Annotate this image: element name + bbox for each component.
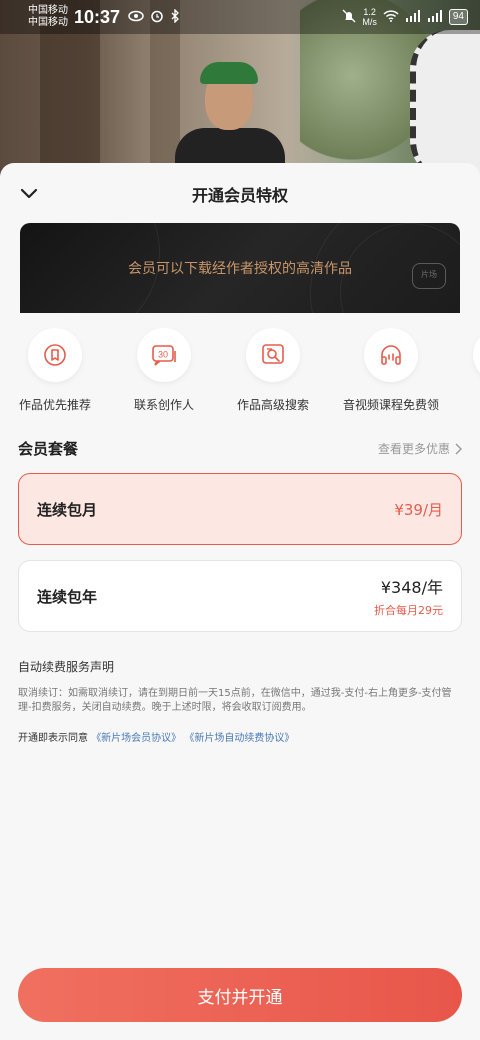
brand-logo: 片场	[412, 263, 446, 289]
feature-icon-wrap	[473, 328, 480, 382]
plans-header: 会员套餐 查看更多优惠	[18, 438, 462, 459]
member-agreement-link[interactable]: 《新片场会员协议》	[91, 733, 181, 744]
feature-list[interactable]: 作品优先推荐 30 联系创作人 作品高级搜索 音视频课程免费领	[0, 328, 480, 418]
collapse-button[interactable]	[18, 183, 40, 205]
more-offers-label: 查看更多优惠	[377, 442, 450, 456]
feature-icon-wrap	[364, 328, 418, 382]
auto-renew-agreement-link[interactable]: 《新片场自动续费协议》	[184, 733, 294, 744]
wifi-icon	[383, 9, 399, 25]
carriers: 中国移动 中国移动	[28, 5, 68, 29]
eye-icon	[128, 9, 144, 26]
feature-item-contact[interactable]: 30 联系创作人	[109, 328, 219, 413]
bookmark-icon	[44, 344, 66, 366]
feature-label: 作品优先推荐	[18, 398, 91, 412]
plan-card-monthly[interactable]: 连续包月 ¥39/月	[18, 473, 462, 545]
chevron-down-icon	[20, 188, 38, 199]
signal-icon-1	[405, 9, 421, 25]
auto-renew-notice: 自动续费服务声明 取消续订：如需取消续订，请在到期日前一天15点前，在微信中，通…	[18, 658, 462, 744]
clock: 10:37	[74, 6, 121, 27]
bluetooth-icon	[170, 7, 180, 26]
speed-value: 1.2	[363, 7, 376, 17]
chevron-right-icon	[455, 443, 462, 454]
signal-icon-2	[427, 9, 443, 25]
chat-30-icon: 30	[152, 345, 176, 366]
pay-and-activate-button[interactable]: 支付并开通	[18, 968, 462, 1022]
status-icons-right: 1.2 M/s 94	[342, 7, 468, 27]
carrier-2: 中国移动	[28, 17, 68, 28]
feature-label: 作品高级搜索	[236, 398, 309, 412]
member-banner: 会员可以下载经作者授权的高清作品 片场	[20, 223, 460, 313]
plan-name: 连续包月	[37, 500, 98, 519]
plan-monthly-equivalent: 折合每月29元	[374, 604, 443, 617]
sheet-header: 开通会员特权	[0, 163, 480, 225]
network-speed: 1.2 M/s	[362, 7, 377, 27]
battery-indicator: 94	[448, 9, 468, 25]
feature-item-search[interactable]: 作品高级搜索	[218, 328, 328, 413]
feature-item-course[interactable]: 音视频课程免费领	[336, 328, 446, 413]
plan-price: ¥348/年	[380, 578, 443, 597]
feature-label: 联系创作人	[133, 398, 194, 412]
feature-icon-wrap: 30	[137, 328, 191, 382]
app-root: 中国移动 中国移动 10:37 1.2 M/s 94 开通会员特权 会员可以下载…	[0, 0, 480, 1040]
status-bar: 中国移动 中国移动 10:37 1.2 M/s 94	[0, 0, 480, 34]
plan-name: 连续包年	[37, 587, 98, 606]
plan-card-yearly[interactable]: 连续包年 ¥348/年 折合每月29元	[18, 560, 462, 632]
membership-sheet: 开通会员特权 会员可以下载经作者授权的高清作品 片场 作品优先推荐 30 联系创…	[0, 163, 480, 1040]
speed-unit: M/s	[362, 17, 377, 27]
notice-title: 自动续费服务声明	[18, 660, 115, 674]
carrier-1: 中国移动	[28, 5, 68, 16]
agreement-prefix: 开通即表示同意	[18, 733, 88, 744]
feature-item-more[interactable]: 商	[445, 328, 480, 413]
notice-body: 取消续订：如需取消续订，请在到期日前一天15点前，在微信中，通过我-支付-右上角…	[18, 688, 452, 713]
plans-title: 会员套餐	[18, 440, 79, 458]
agreement-line: 开通即表示同意 《新片场会员协议》 《新片场自动续费协议》	[18, 729, 462, 744]
feature-icon-wrap	[28, 328, 82, 382]
more-offers-link[interactable]: 查看更多优惠	[378, 440, 462, 457]
svg-text:30: 30	[158, 350, 168, 360]
status-icons-left	[128, 7, 180, 26]
plan-price: ¥39/月	[394, 500, 443, 519]
feature-icon-wrap	[246, 328, 300, 382]
search-doc-icon	[262, 344, 284, 364]
mute-icon	[342, 9, 356, 26]
plan-price-wrap: ¥348/年 折合每月29元	[374, 574, 443, 618]
feature-label: 音视频课程免费领	[342, 398, 439, 412]
headphones-icon	[381, 345, 401, 365]
sheet-title: 开通会员特权	[191, 186, 288, 205]
plan-price-wrap: ¥39/月	[394, 499, 443, 520]
alarm-icon	[150, 9, 164, 26]
feature-item-recommend[interactable]: 作品优先推荐	[0, 328, 110, 413]
